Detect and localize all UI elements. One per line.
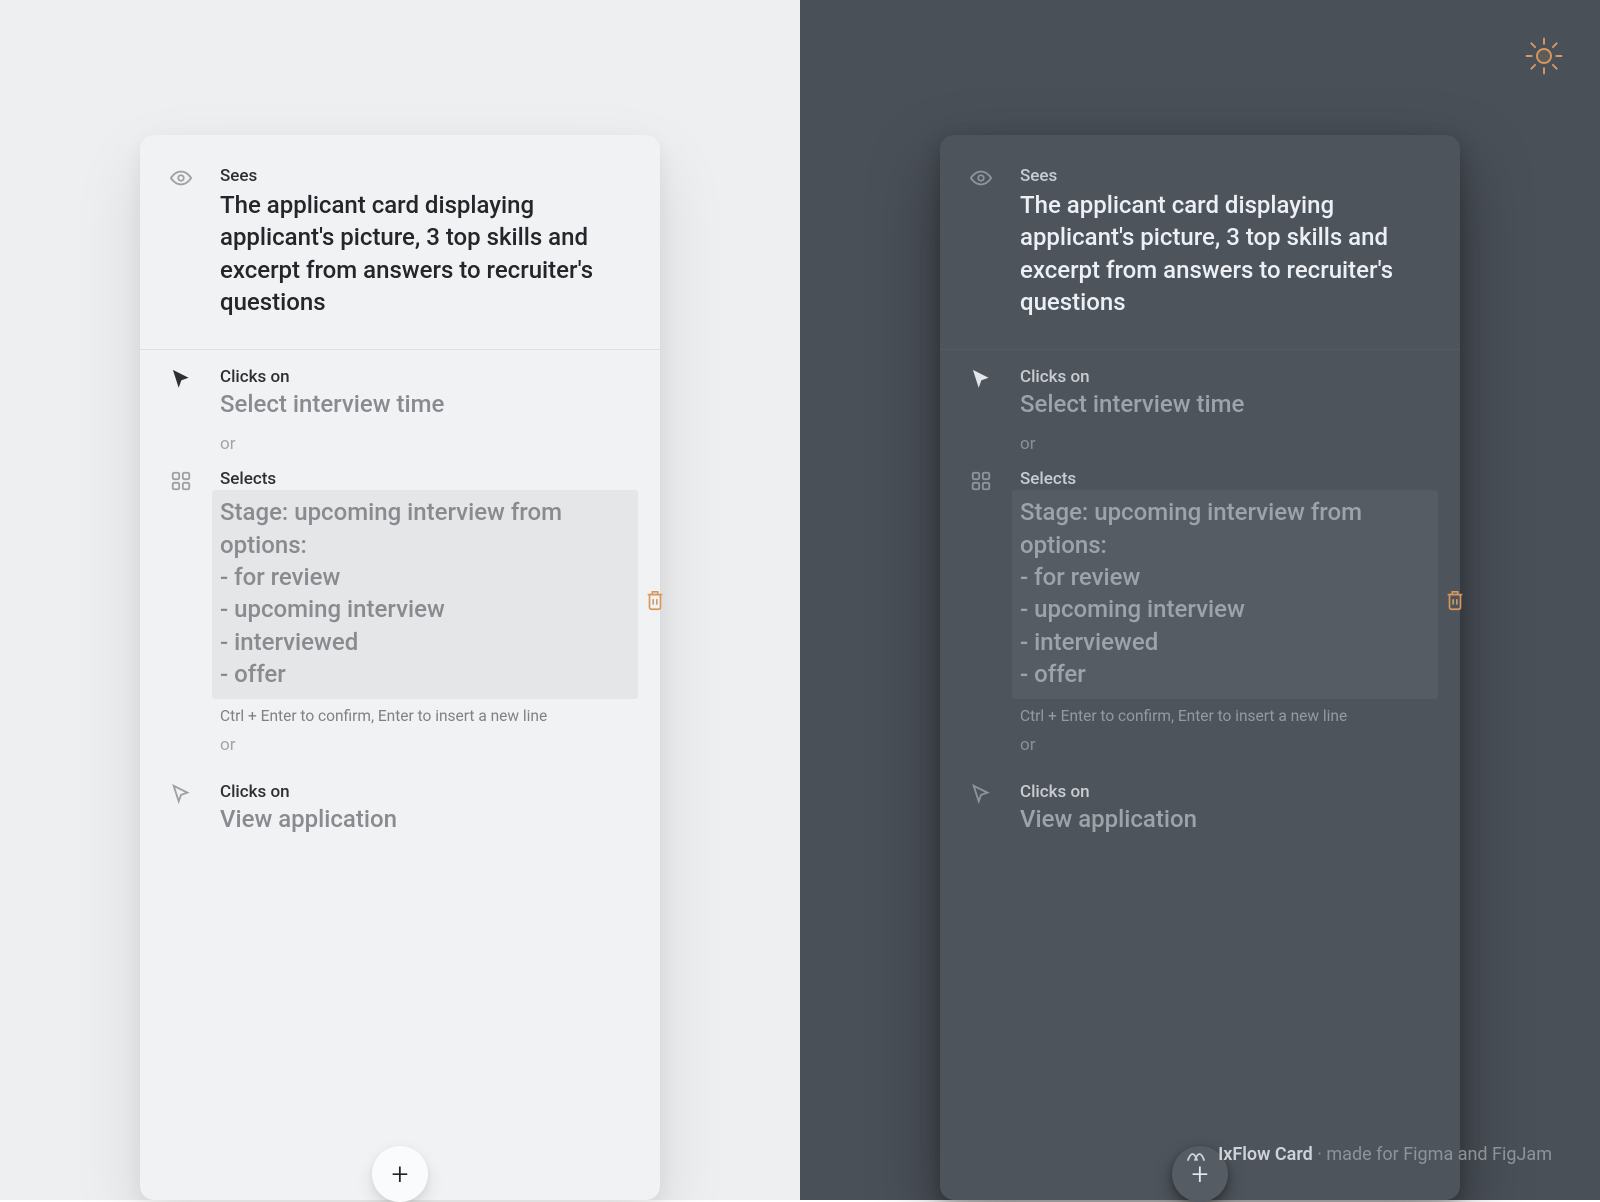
footer-sub: · made for Figma and FigJam (1313, 1144, 1552, 1165)
selects-text[interactable]: Stage: upcoming interview from options: … (220, 496, 630, 690)
or-text-1: or (940, 424, 1460, 464)
clicks-section-2: Clicks on View application (140, 765, 660, 847)
sees-text[interactable]: The applicant card displaying applicant'… (220, 189, 630, 319)
footer-brand: IxFlow Card (1218, 1144, 1313, 1165)
ixflow-card-light: Sees The applicant card displaying appli… (140, 135, 660, 1200)
clicks-section-2: Clicks on View application (940, 765, 1460, 847)
delete-button[interactable] (1444, 588, 1466, 614)
selects-hint: Ctrl + Enter to confirm, Enter to insert… (220, 707, 630, 725)
eye-icon (170, 165, 220, 189)
delete-button[interactable] (644, 588, 666, 614)
cursor-outline-icon (970, 781, 1020, 805)
light-panel: Sees The applicant card displaying appli… (0, 0, 800, 1200)
or-text-2: or (940, 725, 1460, 765)
cursor-icon (970, 366, 1020, 390)
selects-label: Selects (220, 468, 630, 490)
logo-icon (1184, 1142, 1208, 1166)
selects-input-active[interactable]: Stage: upcoming interview from options: … (212, 490, 638, 698)
dark-panel: Sees The applicant card displaying appli… (800, 0, 1600, 1200)
clicks-text[interactable]: Select interview time (1020, 388, 1430, 420)
selects-hint: Ctrl + Enter to confirm, Enter to insert… (1020, 707, 1430, 725)
selects-section: Selects Stage: upcoming interview from o… (940, 464, 1460, 724)
footer: IxFlow Card · made for Figma and FigJam (1184, 1142, 1552, 1166)
sees-text[interactable]: The applicant card displaying applicant'… (1020, 189, 1430, 319)
add-step-button[interactable]: + (372, 1146, 428, 1202)
selects-text[interactable]: Stage: upcoming interview from options: … (1020, 496, 1430, 690)
grid-icon (170, 468, 220, 492)
cursor-outline-icon (170, 781, 220, 805)
grid-icon (970, 468, 1020, 492)
selects-section: Selects Stage: upcoming interview from o… (140, 464, 660, 724)
sees-section: Sees The applicant card displaying appli… (140, 135, 660, 349)
clicks-text-2[interactable]: View application (220, 803, 630, 835)
eye-icon (970, 165, 1020, 189)
theme-toggle-sun-icon[interactable] (1523, 35, 1565, 77)
clicks-text[interactable]: Select interview time (220, 388, 630, 420)
ixflow-card-dark: Sees The applicant card displaying appli… (940, 135, 1460, 1200)
selects-label: Selects (1020, 468, 1430, 490)
clicks-text-2[interactable]: View application (1020, 803, 1430, 835)
cursor-icon (170, 366, 220, 390)
selects-input-active[interactable]: Stage: upcoming interview from options: … (1012, 490, 1438, 698)
or-text-2: or (140, 725, 660, 765)
sees-label: Sees (220, 165, 630, 187)
clicks-label-2: Clicks on (1020, 781, 1430, 803)
clicks-section-1: Clicks on Select interview time (140, 350, 660, 424)
sees-section: Sees The applicant card displaying appli… (940, 135, 1460, 349)
sees-label: Sees (1020, 165, 1430, 187)
clicks-label: Clicks on (1020, 366, 1430, 388)
clicks-section-1: Clicks on Select interview time (940, 350, 1460, 424)
or-text-1: or (140, 424, 660, 464)
clicks-label-2: Clicks on (220, 781, 630, 803)
clicks-label: Clicks on (220, 366, 630, 388)
